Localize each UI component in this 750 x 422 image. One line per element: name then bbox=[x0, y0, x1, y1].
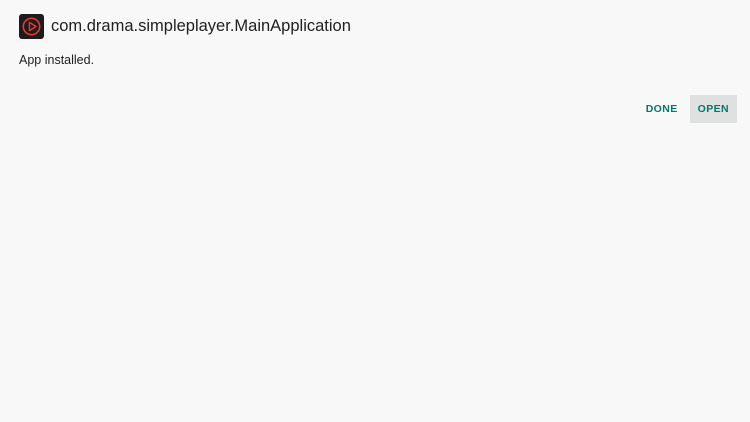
install-status-message: App installed. bbox=[19, 53, 95, 67]
dialog-header: com.drama.simpleplayer.MainApplication bbox=[19, 14, 351, 39]
open-button[interactable]: OPEN bbox=[689, 95, 737, 123]
dialog-actions: DONE OPEN bbox=[634, 95, 737, 123]
done-button[interactable]: DONE bbox=[638, 95, 686, 123]
app-package-title: com.drama.simpleplayer.MainApplication bbox=[51, 17, 351, 35]
play-app-icon bbox=[19, 14, 44, 39]
